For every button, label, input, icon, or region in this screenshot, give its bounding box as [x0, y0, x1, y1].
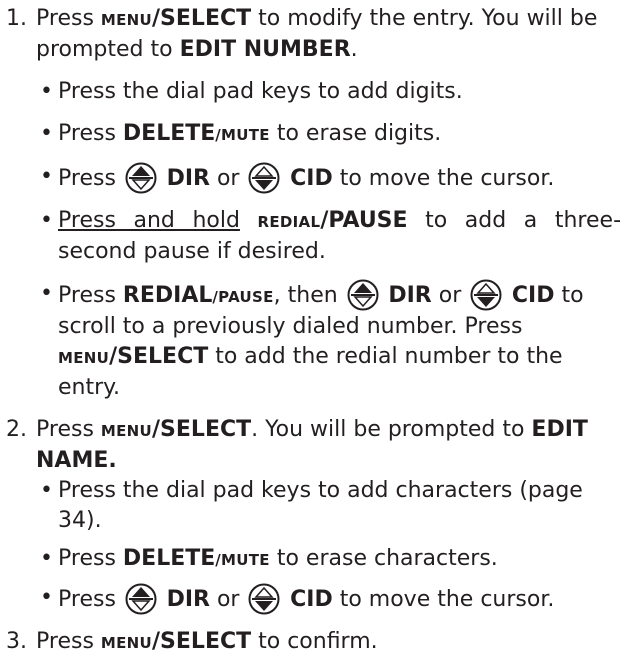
bullet-item: • Press and hold REDIAL/PAUSE to add a th… — [40, 208, 622, 264]
key-name: /MUTE — [215, 551, 270, 569]
step-text: Press MENU/SELECT to confirm. — [36, 629, 378, 654]
key-name: MENU — [100, 422, 153, 440]
bullet-dot: • — [40, 208, 53, 233]
cid-key-icon — [470, 279, 502, 311]
key-name: /SELECT — [109, 344, 209, 369]
key-name: /SELECT — [152, 629, 252, 654]
bullet-item: • Press the dial pad keys to add characte… — [40, 478, 583, 533]
dir-key-icon — [125, 583, 157, 615]
bullet-dot: • — [40, 585, 53, 610]
bullet-item: • Press DELETE/MUTE to erase digits. — [6, 119, 621, 150]
bullet-item: • Press DELETE/MUTE to erase characters. — [6, 544, 621, 575]
prompt-text: EDIT NUMBER — [179, 37, 351, 62]
bullet-dot: • — [40, 121, 53, 146]
key-name: DIR — [380, 283, 432, 308]
bullet-item: • Press DIR or CID to move the cursor. — [6, 583, 621, 615]
key-name: DIR — [158, 587, 210, 612]
key-name: MENU — [100, 11, 153, 29]
key-name: /SELECT — [152, 6, 252, 31]
step-number: 1. — [6, 6, 27, 31]
dir-key-icon — [125, 162, 157, 194]
key-name: /MUTE — [215, 126, 270, 144]
key-name: MENU — [100, 634, 153, 652]
instruction-page: 1. Press MENU/SELECT to modify the entry… — [0, 0, 633, 671]
step-3: 3. Press MENU/SELECT to confirm. — [6, 627, 621, 658]
step-text: Press MENU/SELECT. You will be prompted … — [36, 417, 588, 473]
key-name: /PAUSE — [320, 208, 408, 233]
key-name: CID — [282, 166, 333, 191]
step-number: 3. — [6, 629, 27, 654]
key-name: CID — [282, 587, 333, 612]
step-1: 1. Press MENU/SELECT to modify the entry… — [6, 4, 621, 403]
bullet-dot: • — [40, 281, 53, 306]
step-number: 2. — [6, 417, 27, 442]
dir-key-icon — [347, 279, 379, 311]
bullet-item: • Press the dial pad keys to add digits. — [6, 77, 621, 107]
bullet-dot: • — [40, 478, 53, 503]
bullet-dot: • — [40, 546, 53, 571]
key-name: MENU — [58, 349, 110, 367]
key-name: /SELECT — [152, 417, 252, 442]
step-2-bullets: • Press the dial pad keys to add characte… — [6, 476, 621, 615]
bullet-dot: • — [40, 164, 53, 189]
key-name: REDIAL — [257, 213, 321, 231]
bullet-dot: • — [40, 79, 53, 104]
bullet-item: • Press REDIAL/PAUSE, then DIR or CID to … — [40, 279, 584, 400]
cid-key-icon — [248, 162, 280, 194]
step-1-bullets: • Press the dial pad keys to add digits. … — [6, 77, 621, 403]
key-name: DELETE — [122, 546, 216, 571]
key-name: DIR — [158, 166, 210, 191]
cid-key-icon — [248, 583, 280, 615]
step-2: 2. Press MENU/SELECT. You will be prompt… — [6, 415, 621, 615]
key-name: DELETE — [122, 121, 216, 146]
key-name: REDIAL — [122, 283, 213, 308]
bullet-item: • Press DIR or CID to move the cursor. — [6, 162, 621, 194]
step-text: Press MENU/SELECT to modify the entry. Y… — [36, 6, 598, 62]
key-name: /PAUSE — [212, 288, 274, 306]
key-name: CID — [504, 283, 555, 308]
